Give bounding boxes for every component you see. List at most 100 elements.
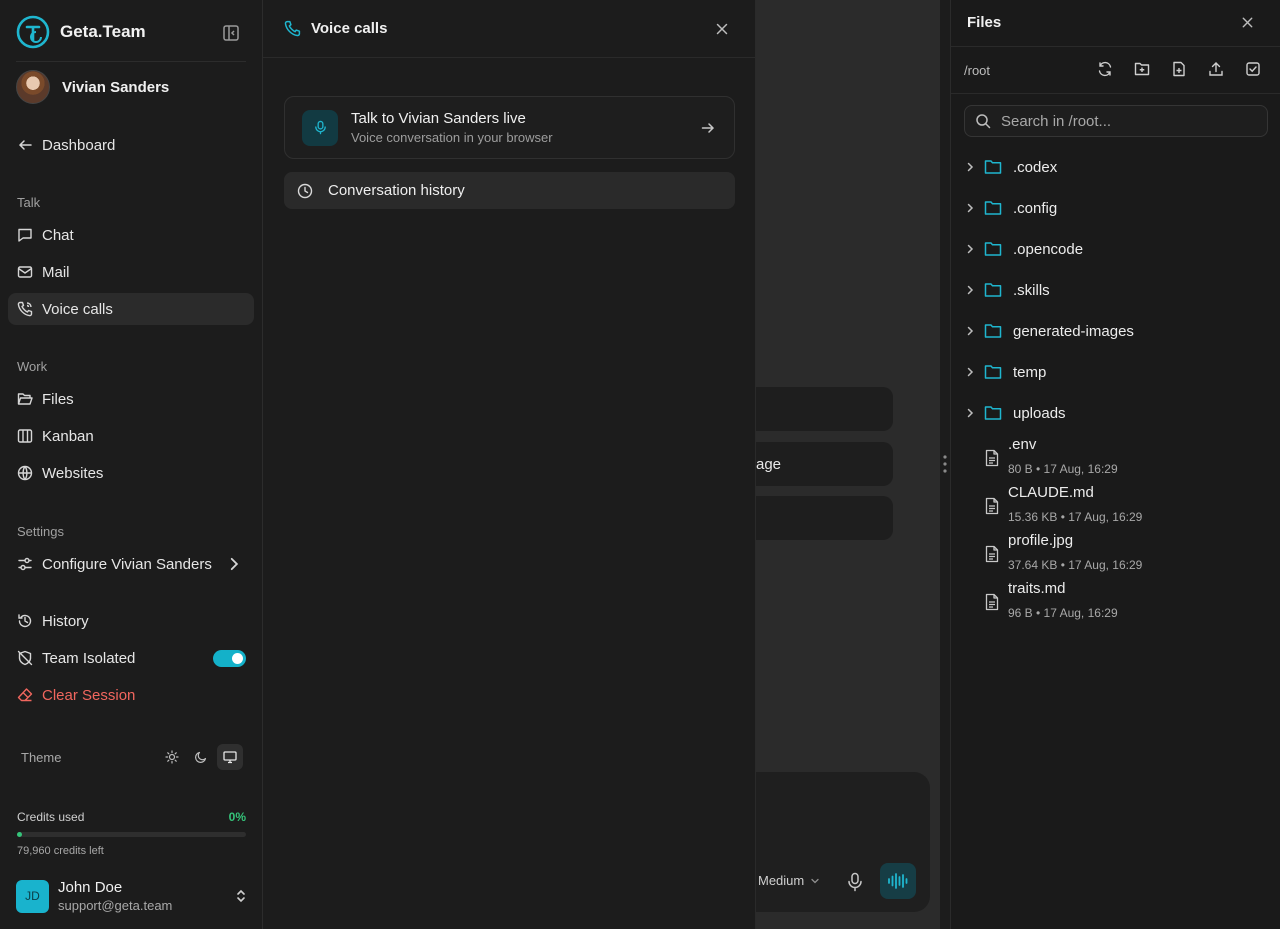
folder-icon: [984, 365, 1002, 379]
refresh-icon[interactable]: [1097, 61, 1113, 77]
nav-voice-calls[interactable]: Voice calls: [8, 293, 254, 325]
new-file-icon[interactable]: [1171, 61, 1187, 77]
folder-item[interactable]: .opencode: [964, 234, 1274, 264]
nav-mail[interactable]: Mail: [8, 256, 254, 288]
panel-resize-handle[interactable]: [940, 0, 950, 929]
search-icon: [976, 114, 991, 129]
nav-chat[interactable]: Chat: [8, 219, 254, 251]
shield-off-icon: [17, 650, 33, 666]
file-name: profile.jpg: [1008, 532, 1074, 549]
nav-configure-label: Configure Vivian Sanders: [42, 555, 212, 573]
files-search[interactable]: [964, 105, 1268, 137]
credits-label: Credits used: [17, 810, 85, 824]
folder-item[interactable]: .config: [964, 193, 1274, 223]
brand[interactable]: Geta.Team: [16, 15, 146, 49]
agent-header[interactable]: Vivian Sanders: [16, 70, 169, 104]
folder-item[interactable]: .skills: [964, 275, 1274, 305]
file-meta: 37.64 KB • 17 Aug, 16:29: [1008, 558, 1143, 572]
section-work: Work: [17, 359, 48, 374]
folder-item[interactable]: .codex: [964, 152, 1274, 182]
nav-configure-agent[interactable]: Configure Vivian Sanders: [8, 548, 254, 580]
file-item[interactable]: .env 80 B • 17 Aug, 16:29: [984, 436, 1274, 480]
divider: [16, 61, 246, 62]
folder-name: uploads: [1013, 404, 1066, 422]
chevron-right-icon[interactable]: [964, 243, 976, 255]
folder-item[interactable]: generated-images: [964, 316, 1274, 346]
theme-dark-button[interactable]: [188, 744, 214, 770]
suggestion-chip[interactable]: age: [756, 442, 893, 486]
suggestion-chip[interactable]: [756, 387, 893, 431]
files-search-input[interactable]: [1001, 112, 1267, 130]
phone-call-icon: [17, 301, 33, 317]
sidebar: Geta.Team Vivian Sanders Dashboard Talk …: [0, 0, 263, 929]
chevron-right-icon[interactable]: [964, 407, 976, 419]
conversation-history-button[interactable]: Conversation history: [284, 172, 735, 209]
nav-chat-label: Chat: [42, 226, 74, 244]
geta-logo-icon: [16, 15, 50, 49]
close-icon[interactable]: [714, 21, 730, 37]
upload-icon[interactable]: [1208, 61, 1224, 77]
chevron-right-icon[interactable]: [964, 202, 976, 214]
select-checkbox-icon[interactable]: [1245, 61, 1261, 77]
chevron-right-icon[interactable]: [964, 161, 976, 173]
folder-item[interactable]: uploads: [964, 398, 1274, 428]
close-icon[interactable]: [1240, 15, 1255, 30]
file-item[interactable]: CLAUDE.md 15.36 KB • 17 Aug, 16:29: [984, 484, 1274, 528]
user-menu[interactable]: JD John Doe support@geta.team: [16, 879, 248, 913]
files-panel: Files /root .codex .config .opencode .skill…: [950, 0, 1280, 929]
chevron-right-icon[interactable]: [964, 284, 976, 296]
talk-live-card[interactable]: Talk to Vivian Sanders live Voice conver…: [284, 96, 735, 159]
user-email: support@geta.team: [58, 898, 173, 913]
microphone-icon: [314, 120, 326, 135]
credits-progress-fill: [17, 832, 22, 837]
folder-icon: [984, 242, 1002, 256]
nav-clear-session[interactable]: Clear Session: [8, 679, 254, 711]
user-avatar: JD: [16, 879, 49, 913]
grip-vertical-icon: [943, 455, 947, 473]
chevron-down-icon: [811, 878, 819, 883]
new-folder-icon[interactable]: [1134, 61, 1150, 77]
folder-icon: [984, 283, 1002, 297]
theme-switcher: Theme: [21, 744, 243, 770]
folder-name: generated-images: [1013, 322, 1134, 340]
nav-kanban[interactable]: Kanban: [8, 420, 254, 452]
chevron-right-icon[interactable]: [964, 366, 976, 378]
credits-percent: 0%: [228, 810, 246, 824]
credits-progress-bar: [17, 832, 246, 837]
kanban-icon: [17, 429, 33, 443]
folder-icon: [984, 201, 1002, 215]
theme-system-button[interactable]: [217, 744, 243, 770]
message-composer[interactable]: Medium: [756, 772, 930, 912]
nav-dashboard[interactable]: Dashboard: [8, 129, 254, 161]
chevrons-up-down-icon: [237, 889, 245, 903]
file-item[interactable]: traits.md 96 B • 17 Aug, 16:29: [984, 580, 1274, 624]
file-name: .env: [1008, 436, 1037, 453]
suggestion-chip[interactable]: [756, 496, 893, 540]
file-item[interactable]: profile.jpg 37.64 KB • 17 Aug, 16:29: [984, 532, 1274, 576]
theme-light-button[interactable]: [159, 744, 185, 770]
mail-icon: [17, 266, 33, 278]
file-meta: 96 B • 17 Aug, 16:29: [1008, 606, 1118, 620]
folder-item[interactable]: temp: [964, 357, 1274, 387]
model-select[interactable]: Medium: [758, 873, 820, 888]
nav-history[interactable]: History: [8, 605, 254, 637]
chat-icon: [18, 228, 32, 242]
agent-name: Vivian Sanders: [62, 78, 170, 96]
nav-websites[interactable]: Websites: [8, 457, 254, 489]
nav-files[interactable]: Files: [8, 383, 254, 415]
voice-calls-header: Voice calls: [263, 0, 756, 58]
files-toolbar: /root: [951, 46, 1280, 94]
files-title: Files: [967, 14, 1002, 31]
section-talk: Talk: [17, 195, 41, 210]
nav-clear-session-label: Clear Session: [42, 686, 136, 704]
phone-icon: [284, 20, 301, 37]
voice-mode-button[interactable]: [880, 863, 916, 899]
team-isolated-toggle[interactable]: [213, 650, 246, 667]
chevron-right-icon[interactable]: [964, 325, 976, 337]
live-card-title: Talk to Vivian Sanders live: [351, 110, 526, 127]
chevron-right-icon: [230, 557, 239, 571]
file-name: traits.md: [1008, 580, 1066, 597]
collapse-sidebar-icon[interactable]: [222, 24, 240, 42]
model-select-value: Medium: [758, 873, 805, 888]
microphone-icon[interactable]: [846, 872, 864, 892]
